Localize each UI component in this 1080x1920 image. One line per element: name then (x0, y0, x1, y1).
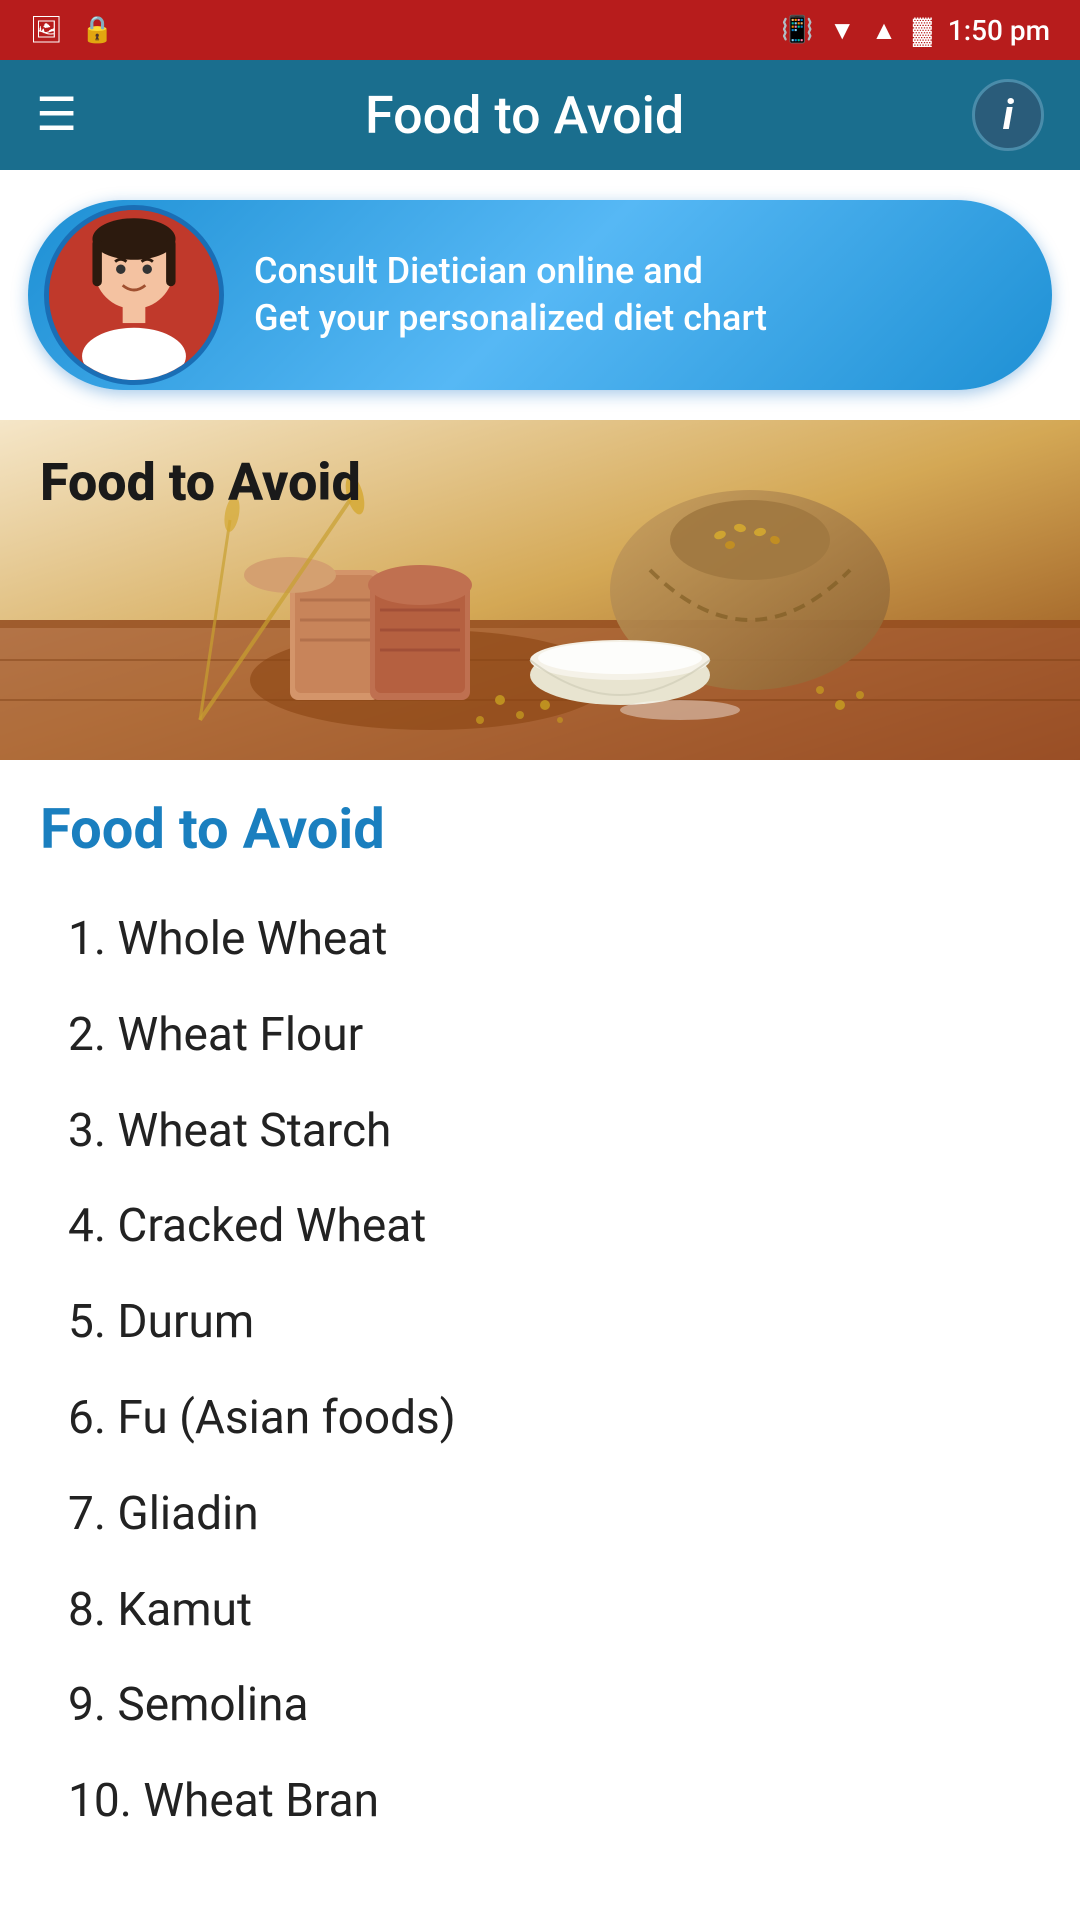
image-icon: 🖼 (30, 15, 63, 45)
content-section: Food to Avoid 1. Whole Wheat2. Wheat Flo… (0, 760, 1080, 1910)
wifi-icon: ▼ (829, 15, 855, 46)
dietician-banner[interactable]: Consult Dietician online and Get your pe… (28, 200, 1052, 390)
status-time: 1:50 pm (948, 14, 1050, 47)
food-list-item: 7. Gliadin (40, 1467, 1040, 1563)
info-icon: i (1003, 91, 1014, 140)
food-list-item: 2. Wheat Flour (40, 988, 1040, 1084)
food-list-item: 6. Fu (Asian foods) (40, 1371, 1040, 1467)
food-list-item: 9. Semolina (40, 1658, 1040, 1754)
nav-title: Food to Avoid (365, 85, 684, 146)
banner-text: Consult Dietician online and Get your pe… (224, 248, 1052, 342)
section-title: Food to Avoid (40, 796, 1040, 862)
battery-icon: ▓ (913, 15, 932, 46)
food-list-item: 5. Durum (40, 1275, 1040, 1371)
info-button[interactable]: i (972, 79, 1044, 151)
hamburger-menu-button[interactable]: ☰ (36, 92, 77, 138)
status-left-icons: 🖼 🔒 (30, 15, 113, 45)
signal-icon: ▲ (871, 15, 897, 46)
banner-line2: Get your personalized diet chart (254, 295, 1022, 342)
hero-label: Food to Avoid (40, 452, 361, 513)
status-bar: 🖼 🔒 📳 ▼ ▲ ▓ 1:50 pm (0, 0, 1080, 60)
dietician-avatar (44, 205, 224, 385)
food-list-item: 1. Whole Wheat (40, 892, 1040, 988)
nav-bar: ☰ Food to Avoid i (0, 60, 1080, 170)
vibrate-icon: 📳 (781, 15, 813, 45)
banner-container: Consult Dietician online and Get your pe… (0, 170, 1080, 420)
food-list-item: 10. Wheat Bran (40, 1754, 1040, 1850)
food-list: 1. Whole Wheat2. Wheat Flour3. Wheat Sta… (40, 892, 1040, 1850)
food-list-item: 3. Wheat Starch (40, 1084, 1040, 1180)
status-right-icons: 📳 ▼ ▲ ▓ 1:50 pm (781, 14, 1050, 47)
food-list-item: 8. Kamut (40, 1563, 1040, 1659)
hero-image: Food to Avoid (0, 420, 1080, 760)
food-list-item: 4. Cracked Wheat (40, 1179, 1040, 1275)
banner-line1: Consult Dietician online and (254, 248, 1022, 295)
lock-icon: 🔒 (81, 15, 113, 45)
